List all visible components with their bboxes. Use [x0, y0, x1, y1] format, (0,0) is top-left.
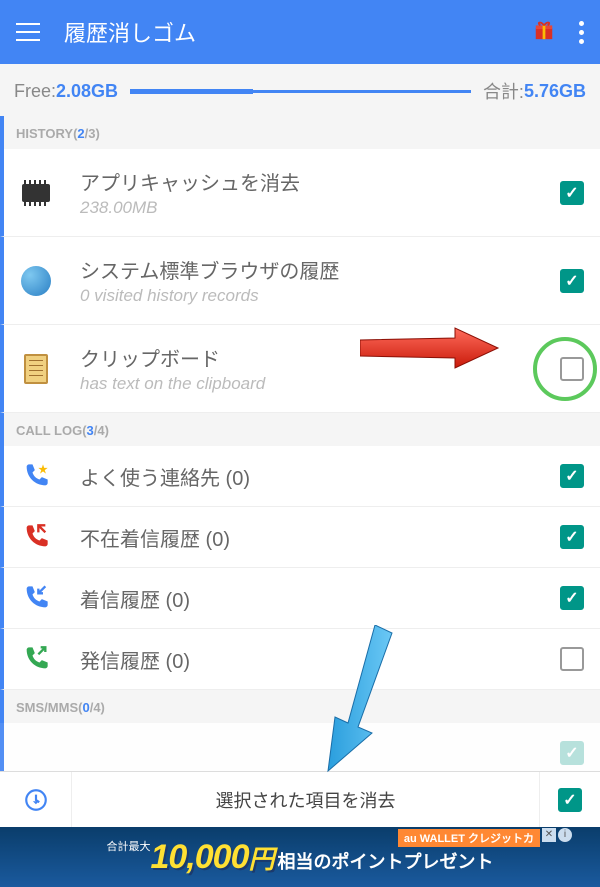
- storage-progress: [130, 90, 471, 93]
- list-item[interactable]: 発信履歴 (0): [0, 629, 600, 690]
- item-subtitle: 0 visited history records: [80, 286, 560, 306]
- app-header: 履歴消しゴム: [0, 0, 600, 64]
- free-value: 2.08GB: [56, 81, 118, 102]
- sms-icon: [20, 737, 52, 769]
- total-label: 合計:: [483, 78, 524, 104]
- select-all-checkbox[interactable]: [540, 788, 600, 812]
- list-item[interactable]: 不在着信履歴 (0): [0, 507, 600, 568]
- phone-out-icon: [20, 643, 52, 675]
- list-item[interactable]: クリップボード has text on the clipboard: [0, 325, 600, 413]
- list-item[interactable]: 着信履歴 (0): [0, 568, 600, 629]
- phone-missed-icon: [20, 521, 52, 553]
- overflow-menu-icon[interactable]: [579, 21, 584, 44]
- clear-selected-button[interactable]: 選択された項目を消去: [72, 772, 540, 827]
- phone-star-icon: [20, 460, 52, 492]
- section-header-calllog: CALL LOG(3/4): [0, 413, 600, 446]
- item-title: クリップボード: [80, 343, 560, 372]
- section-header-sms: SMS/MMS(0/4): [0, 690, 600, 723]
- bottom-action-bar: 選択された項目を消去: [0, 771, 600, 827]
- item-title: 発信履歴 (0): [80, 645, 560, 674]
- ad-info-icon[interactable]: i: [558, 828, 572, 842]
- item-subtitle: 238.00MB: [80, 198, 560, 218]
- item-title: 不在着信履歴 (0): [80, 523, 560, 552]
- item-title: 着信履歴 (0): [80, 584, 560, 613]
- ad-tag: au WALLET クレジットカ: [398, 829, 540, 847]
- list-item[interactable]: アプリキャッシュを消去 238.00MB: [0, 149, 600, 237]
- item-checkbox[interactable]: [560, 269, 584, 293]
- item-checkbox[interactable]: [560, 357, 584, 381]
- menu-icon[interactable]: [16, 23, 40, 41]
- schedule-button[interactable]: [0, 772, 72, 827]
- storage-bar: Free: 2.08GB 合計: 5.76GB: [0, 64, 600, 116]
- section-header-history: HISTORY(2/3): [0, 116, 600, 149]
- item-checkbox[interactable]: [560, 586, 584, 610]
- gift-icon[interactable]: [533, 19, 579, 46]
- item-title: よく使う連絡先 (0): [80, 462, 560, 491]
- list-item[interactable]: システム標準ブラウザの履歴 0 visited history records: [0, 237, 600, 325]
- globe-icon: [20, 265, 52, 297]
- phone-in-icon: [20, 582, 52, 614]
- app-title: 履歴消しゴム: [64, 16, 533, 48]
- item-title: アプリキャッシュを消去: [80, 167, 560, 196]
- item-checkbox[interactable]: [560, 181, 584, 205]
- clipboard-icon: [20, 353, 52, 385]
- item-subtitle: has text on the clipboard: [80, 374, 560, 394]
- item-checkbox[interactable]: [560, 525, 584, 549]
- item-checkbox[interactable]: [560, 647, 584, 671]
- ad-close-icon[interactable]: ✕: [542, 828, 556, 842]
- item-title: システム標準ブラウザの履歴: [80, 255, 560, 284]
- total-value: 5.76GB: [524, 81, 586, 102]
- item-checkbox[interactable]: [560, 464, 584, 488]
- item-checkbox[interactable]: [560, 741, 584, 765]
- ad-banner[interactable]: au WALLET クレジットカ ✕ i 合計最大 10,000 円 相当のポイ…: [0, 827, 600, 887]
- chip-icon: [20, 177, 52, 209]
- list-item[interactable]: よく使う連絡先 (0): [0, 446, 600, 507]
- free-label: Free:: [14, 81, 56, 102]
